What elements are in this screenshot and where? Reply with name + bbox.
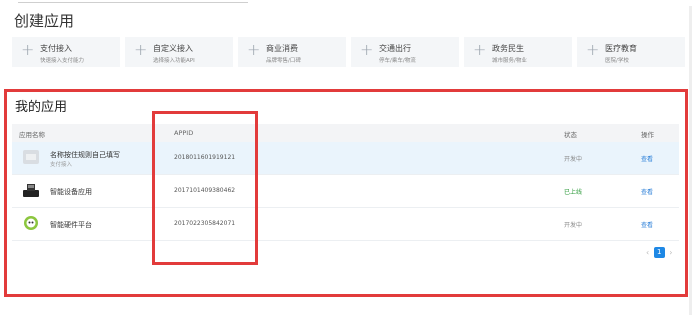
card-subtitle: 医院/学校: [605, 58, 629, 64]
browser-chrome-strip: [0, 0, 692, 6]
view-link[interactable]: 查看: [641, 220, 653, 229]
card-subtitle: 选择接入功能API: [153, 58, 195, 64]
app-name: 智能硬件平台: [50, 221, 92, 229]
card-custom[interactable]: + 自定义接入 选择接入功能API: [125, 37, 233, 67]
current-page-button[interactable]: 1: [653, 247, 665, 258]
plus-icon: +: [360, 40, 374, 59]
robot-icon: [24, 216, 38, 230]
card-transport[interactable]: + 交通出行 停车/乘车/物流: [351, 37, 459, 67]
my-apps-title: 我的应用: [15, 100, 68, 115]
card-title: 支付接入: [40, 44, 72, 53]
card-title: 自定义接入: [153, 44, 193, 53]
table-header: 应用名称 APPID 状态 操作: [12, 124, 679, 142]
placeholder-icon: [23, 150, 39, 164]
card-subtitle: 快速接入支付能力: [40, 58, 85, 64]
status-text: 开发中: [564, 222, 583, 229]
card-title: 医疗教育: [605, 44, 637, 53]
create-app-title: 创建应用: [14, 12, 75, 30]
card-government[interactable]: + 政务民生 城市服务/物业: [464, 37, 572, 67]
pagination: ‹ 1 ›: [646, 247, 673, 258]
address-bar-edge: [18, 0, 248, 3]
card-title: 交通出行: [379, 44, 411, 53]
column-action: 操作: [641, 131, 654, 139]
card-subtitle: 城市服务/物业: [492, 58, 527, 64]
plus-icon: +: [586, 40, 600, 59]
status-text: 已上线: [564, 189, 583, 196]
card-title: 商业消费: [266, 44, 298, 53]
next-page-button[interactable]: ›: [669, 248, 672, 257]
plus-icon: +: [247, 40, 261, 59]
prev-page-button[interactable]: ‹: [646, 248, 649, 257]
plus-icon: +: [21, 40, 35, 59]
app-type: 支付接入: [50, 162, 73, 168]
plus-icon: +: [473, 40, 487, 59]
app-name: 名称按住规则自己填写: [50, 151, 120, 159]
card-title: 政务民生: [492, 44, 524, 53]
plus-icon: +: [134, 40, 148, 59]
card-subtitle: 品牌零售/口碑: [266, 58, 301, 64]
table-row[interactable]: 名称按住规则自己填写 支付接入 2018011601919121 开发中 查看: [12, 142, 679, 175]
card-subtitle: 停车/乘车/物流: [379, 58, 416, 64]
status-text: 开发中: [564, 156, 583, 163]
app-name: 智能设备应用: [50, 188, 92, 196]
view-link[interactable]: 查看: [641, 187, 653, 196]
table-row[interactable]: 智能设备应用 2017101409380462 已上线 查看: [12, 175, 679, 208]
appid-column-highlight-box: [152, 111, 258, 265]
card-commerce[interactable]: + 商业消费 品牌零售/口碑: [238, 37, 346, 67]
table-row[interactable]: 智能硬件平台 2017022305842071 开发中 查看: [12, 208, 679, 241]
column-name: 应用名称: [19, 131, 45, 139]
card-payment[interactable]: + 支付接入 快速接入支付能力: [12, 37, 120, 67]
pos-device-icon: [23, 184, 39, 197]
view-link[interactable]: 查看: [641, 154, 653, 163]
column-status: 状态: [564, 131, 577, 139]
card-medical[interactable]: + 医疗教育 医院/学校: [577, 37, 685, 67]
